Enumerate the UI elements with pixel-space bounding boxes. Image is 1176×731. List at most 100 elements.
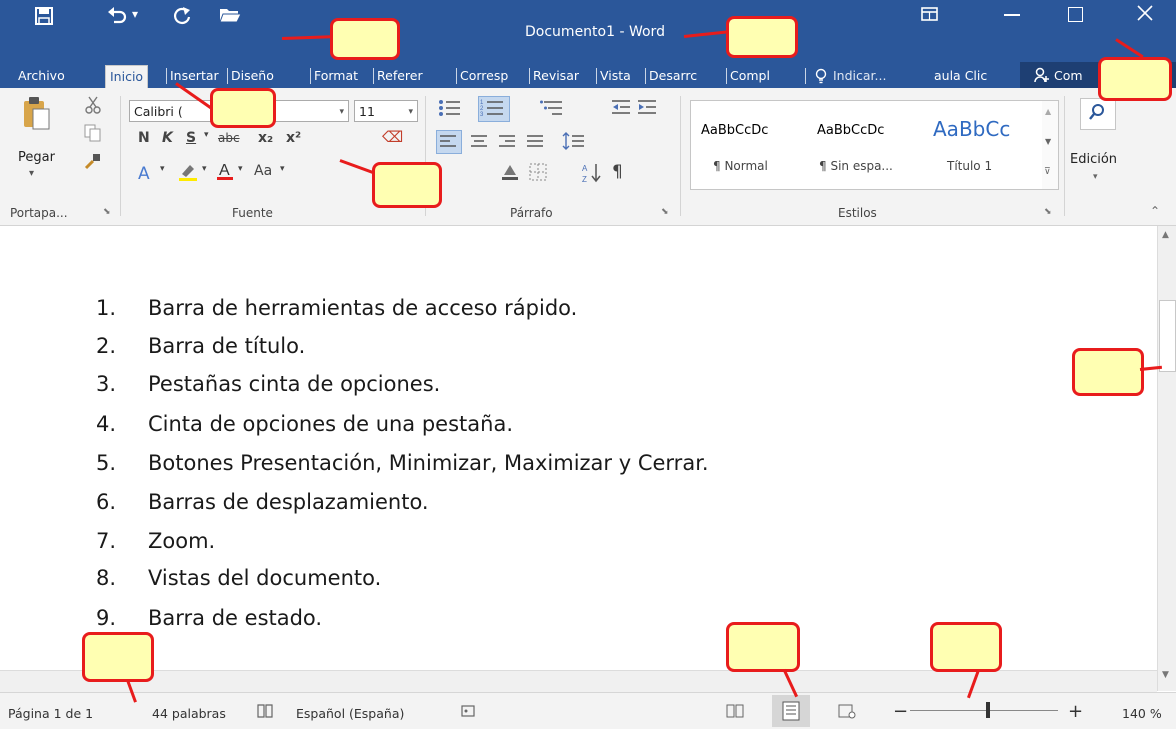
print-layout-view-icon[interactable] [772,695,810,727]
save-icon[interactable] [34,6,54,29]
callout-box [930,622,1002,672]
callout-box [372,162,442,208]
zoom-slider[interactable] [910,710,1058,711]
title-bar: ▾ Documento1 - Word [0,0,1176,62]
list-item: 6. Barras de desplazamiento. [96,490,429,514]
group-label-fuente: Fuente [232,206,273,220]
style-titulo-1[interactable]: AaBbCc Título 1 [923,101,1035,187]
increase-indent-icon[interactable] [636,98,658,122]
ribbon-display-options-icon[interactable] [920,4,940,28]
callout-box [1098,57,1172,101]
vertical-scroll-thumb[interactable] [1159,300,1176,372]
svg-text:A: A [582,164,588,173]
tab-archivo[interactable]: Archivo [18,65,65,87]
zoom-level[interactable]: 140 % [1122,706,1162,721]
close-button[interactable] [1134,2,1156,28]
callout-box [330,18,400,60]
list-item: 8. Vistas del documento. [96,566,382,590]
macro-record-icon[interactable] [460,703,476,723]
word-count[interactable]: 44 palabras [152,706,226,721]
language[interactable]: Español (España) [296,706,404,721]
web-layout-icon[interactable] [838,703,856,723]
styles-launcher-icon[interactable]: ⬊ [1044,207,1052,217]
clipboard-launcher-icon[interactable]: ⬊ [103,207,111,217]
tab-correspondencia[interactable]: Corresp [460,65,526,87]
underline-button[interactable]: S [186,130,196,146]
tell-me-search[interactable]: Indicar... [833,65,886,87]
list-item: 7. Zoom. [96,529,216,553]
zoom-in-button[interactable]: + [1068,701,1083,722]
svg-text:3: 3 [480,112,484,117]
bullets-icon[interactable] [438,98,462,122]
styles-gallery-scroll[interactable]: ▲ ▼ ⊽ [1042,100,1059,190]
read-mode-icon[interactable] [726,703,744,723]
paragraph-launcher-icon[interactable]: ⬊ [661,207,669,217]
sort-icon[interactable]: AZ [582,162,602,188]
align-left-icon[interactable] [436,130,462,154]
cut-icon[interactable] [84,96,102,118]
maximize-button[interactable] [1068,7,1083,22]
strikethrough-button[interactable]: abc [218,131,240,145]
tab-complementos[interactable]: Compl [730,65,802,87]
style-normal[interactable]: AaBbCcDc ¶ Normal [691,101,803,187]
list-item: 1. Barra de herramientas de acceso rápido… [96,296,578,320]
tab-inicio[interactable]: Inicio [105,65,149,88]
tab-format[interactable]: Format [314,65,370,87]
redo-icon[interactable] [172,6,192,29]
minimize-button[interactable] [1004,14,1020,16]
share-button[interactable]: Com [1054,65,1083,87]
undo-dropdown-arrow[interactable]: ▾ [132,7,138,21]
style-sin-espaciado[interactable]: AaBbCcDc ¶ Sin espa... [807,101,919,187]
tab-referencias[interactable]: Referer [377,65,453,87]
horizontal-scrollbar[interactable] [0,670,1157,692]
vertical-scrollbar[interactable]: ▲ ▼ [1157,226,1176,691]
collapse-ribbon-icon[interactable]: ⌃ [1150,204,1160,218]
zoom-out-button[interactable]: − [893,701,908,722]
copy-icon[interactable] [84,124,102,146]
tab-diseno[interactable]: Diseño [231,65,307,87]
open-folder-icon[interactable] [218,5,242,28]
tab-desarrollador[interactable]: Desarrc [649,65,723,87]
list-item: 3. Pestañas cinta de opciones. [96,372,441,396]
tab-vista[interactable]: Vista [600,65,642,87]
line-spacing-icon[interactable] [562,131,586,155]
font-size-box[interactable]: 11 ▾ [354,100,418,122]
italic-button[interactable]: K [162,130,173,146]
highlight-color-icon[interactable] [178,162,198,186]
account-name[interactable]: aula Clic [934,65,987,87]
svg-text:A: A [219,162,230,179]
text-effects-icon[interactable]: A [138,164,150,184]
align-right-icon[interactable] [496,131,518,155]
zoom-slider-thumb[interactable] [986,702,990,718]
callout-box [726,16,798,58]
group-label-parrafo: Párrafo [510,206,553,220]
align-center-icon[interactable] [468,131,490,155]
decrease-indent-icon[interactable] [610,98,632,122]
paste-icon[interactable] [22,96,52,136]
bold-button[interactable]: N [138,130,150,146]
page-count[interactable]: Página 1 de 1 [8,706,93,721]
numbering-icon[interactable]: 123 [478,96,510,122]
paste-button[interactable]: Pegar [18,150,55,165]
borders-icon[interactable] [528,162,548,186]
justify-icon[interactable] [524,131,546,155]
shading-icon[interactable] [500,162,520,186]
share-user-icon[interactable] [1034,67,1050,87]
ribbon: Pegar ▾ Portapa... ⬊ Calibri (▾ 11 ▾ ⌫ N … [0,88,1176,226]
subscript-button[interactable]: x₂ [258,130,273,146]
change-case-button[interactable]: Aa [254,163,272,179]
show-formatting-marks-icon[interactable]: ¶ [612,162,623,182]
clear-formatting-icon[interactable]: ⌫ [382,128,403,146]
editing-button[interactable]: Edición [1070,152,1117,167]
multilevel-list-icon[interactable] [540,98,564,122]
callout-box [1072,348,1144,396]
format-painter-icon[interactable] [84,152,102,174]
undo-icon[interactable] [106,6,128,29]
font-color-icon[interactable]: A [216,160,234,186]
callout-box [210,88,276,128]
superscript-button[interactable]: x² [286,130,301,146]
find-search-icon[interactable] [1080,98,1116,130]
paste-dropdown-arrow[interactable]: ▾ [29,168,34,179]
tab-revisar[interactable]: Revisar [533,65,593,87]
proofing-icon[interactable] [256,703,274,723]
